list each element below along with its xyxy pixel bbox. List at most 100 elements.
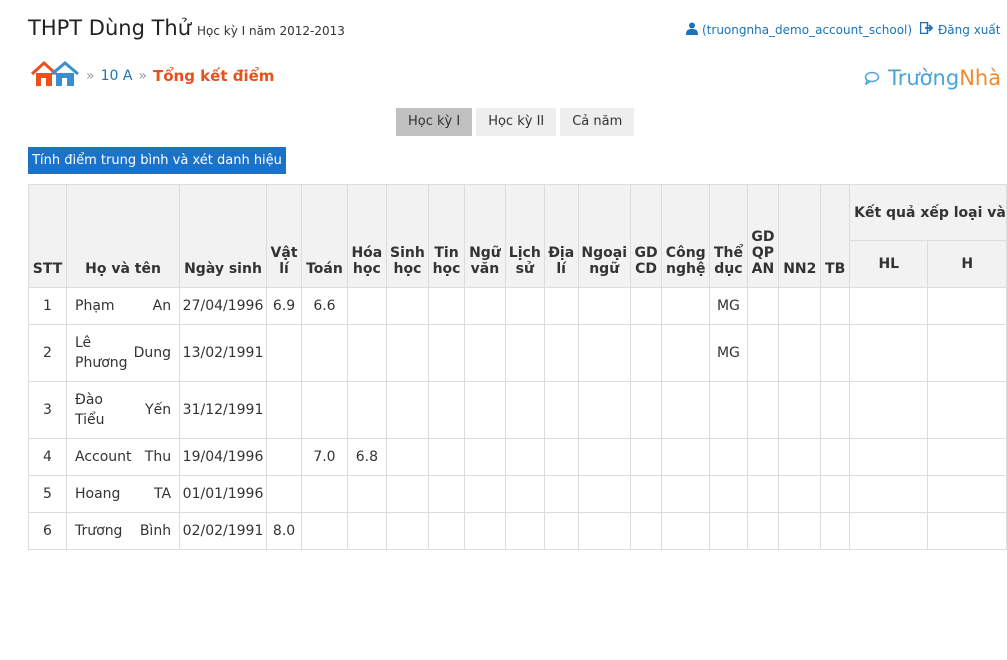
name-cell: Đào Tiểu Yến (65, 381, 181, 439)
first-name: Bình (139, 523, 172, 539)
grade-cell-technology (661, 475, 711, 513)
first-name: TA (154, 486, 172, 502)
tab-semester-1[interactable]: Học kỳ I (396, 108, 473, 136)
grade-cell-hl (849, 438, 929, 476)
grade-cell-biology (385, 287, 429, 325)
table-row: 5 Hoang TA 01/01/1996 (28, 475, 1007, 513)
grade-cell-history (504, 475, 545, 513)
grade-cell-civic (629, 512, 663, 550)
grade-cell-geography (543, 324, 579, 382)
tab-full-year[interactable]: Cả năm (560, 108, 635, 136)
grade-cell-physics (265, 324, 303, 382)
grade-cell-pe (709, 381, 748, 439)
table-row: 3 Đào Tiểu Yến 31/12/1991 (28, 381, 1007, 439)
grade-cell-defense (746, 475, 780, 513)
grade-cell-defense (746, 512, 780, 550)
calculate-average-button[interactable]: Tính điểm trung bình và xét danh hiệu (28, 147, 286, 174)
grade-cell-physics (265, 438, 303, 476)
grade-cell-hl (849, 512, 929, 550)
grade-cell-hk (927, 512, 1007, 550)
last-name: Hoang (75, 486, 121, 502)
dob-cell: 19/04/1996 (179, 438, 267, 476)
grade-cell-pe (709, 512, 748, 550)
grade-cell-pe (709, 438, 748, 476)
grade-cell-history (504, 438, 545, 476)
stt-cell: 4 (28, 438, 67, 476)
table-row: 2 Lê Phương Dung 13/02/1991 MG (28, 324, 1007, 382)
grade-cell-foreign-language (577, 438, 631, 476)
logout-link[interactable]: Đăng xuất (919, 21, 1000, 37)
dob-cell: 13/02/1991 (179, 324, 267, 382)
col-history: Lịch sử (504, 184, 545, 288)
tab-semester-2[interactable]: Học kỳ II (476, 108, 557, 136)
grade-cell-defense (746, 324, 780, 382)
table-row: 4 Account Thu 19/04/1996 7.0 6.8 (28, 438, 1007, 476)
grade-cell-chemistry (346, 475, 387, 513)
col-hl: HL (849, 240, 929, 288)
account-link[interactable]: (truongnha_demo_account_school) (686, 22, 912, 38)
grade-cell-literature (464, 381, 506, 439)
breadcrumb: » 10 A » Tổng kết điểm (30, 60, 274, 92)
col-tb: TB (820, 184, 851, 288)
sign-out-icon (919, 21, 934, 37)
grade-cell-history (504, 512, 545, 550)
grade-cell-math: 6.6 (301, 287, 348, 325)
grade-cell-technology (661, 512, 711, 550)
grade-cell-physics: 6.9 (265, 287, 303, 325)
chat-bubble-icon (864, 66, 880, 90)
grade-cell-biology (385, 475, 429, 513)
col-literature: Ngữ văn (464, 184, 506, 288)
breadcrumb-class[interactable]: 10 A (101, 68, 133, 84)
col-civic: GD CD (629, 184, 663, 288)
brand-part2: Nhà (959, 66, 1002, 90)
home-icon[interactable] (30, 60, 80, 92)
col-stt: STT (28, 184, 67, 288)
breadcrumb-separator: » (138, 68, 147, 84)
dob-cell: 31/12/1991 (179, 381, 267, 439)
stt-cell: 5 (28, 475, 67, 513)
col-nn2: NN2 (778, 184, 822, 288)
grade-cell-pe: MG (709, 324, 748, 382)
grade-cell-pe (709, 475, 748, 513)
name-cell: Phạm An (65, 287, 181, 325)
grades-table: STT Họ và tên Ngày sinh Vật lí Toán Hóa … (28, 184, 1007, 550)
name-cell: Account Thu (65, 438, 181, 476)
breadcrumb-separator: » (86, 68, 95, 84)
col-technology: Công nghệ (661, 184, 711, 288)
grade-cell-biology (385, 381, 429, 439)
first-name: Yến (145, 402, 172, 418)
table-row: 6 Trương Bình 02/02/1991 8.0 (28, 512, 1007, 550)
grade-cell-math (301, 324, 348, 382)
grade-cell-literature (464, 438, 506, 476)
col-name: Họ và tên (65, 184, 181, 288)
grade-cell-literature (464, 475, 506, 513)
grade-cell-hl (849, 475, 929, 513)
grade-cell-literature (464, 512, 506, 550)
stt-cell: 3 (28, 381, 67, 439)
first-name: An (152, 298, 172, 314)
grade-cell-physics (265, 381, 303, 439)
grade-cell-civic (629, 475, 663, 513)
semester-tabs: Học kỳ I Học kỳ II Cả năm (396, 108, 635, 136)
grade-cell-chemistry: 6.8 (346, 438, 387, 476)
grade-cell-tb (820, 475, 851, 513)
grade-cell-nn2 (778, 287, 822, 325)
grade-cell-hl (849, 287, 929, 325)
col-biology: Sinh học (385, 184, 429, 288)
grade-cell-hk (927, 324, 1007, 382)
col-pe: Thể dục (709, 184, 748, 288)
name-cell: Hoang TA (65, 475, 181, 513)
grade-cell-hk (927, 438, 1007, 476)
grade-cell-literature (464, 287, 506, 325)
last-name: Lê Phương (75, 335, 128, 371)
name-cell: Lê Phương Dung (65, 324, 181, 382)
grade-cell-informatics (427, 512, 466, 550)
user-icon (686, 22, 698, 38)
grade-cell-history (504, 381, 545, 439)
grade-cell-nn2 (778, 475, 822, 513)
grade-cell-pe: MG (709, 287, 748, 325)
semester-year: Học kỳ I năm 2012-2013 (197, 24, 345, 38)
grade-cell-history (504, 324, 545, 382)
grade-cell-tb (820, 438, 851, 476)
grade-cell-foreign-language (577, 512, 631, 550)
